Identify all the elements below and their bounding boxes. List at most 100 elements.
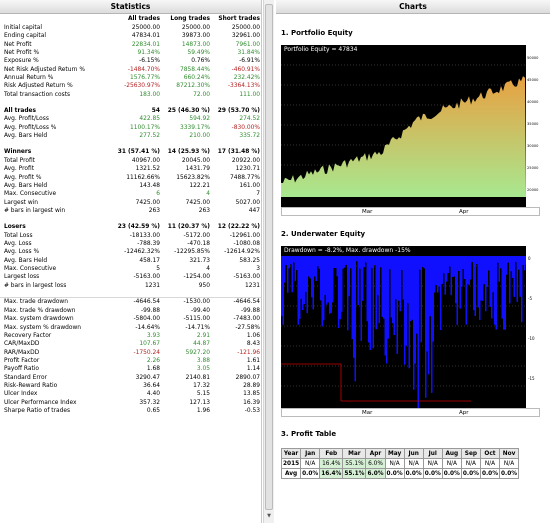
stat-value: -12462.32% bbox=[124, 249, 160, 256]
drawdown-bar bbox=[296, 256, 298, 271]
drawdown-bar bbox=[426, 256, 428, 352]
stat-value: 12 (22.22 %) bbox=[217, 224, 260, 231]
stat-value: 14 (25.93 %) bbox=[167, 149, 210, 156]
statistics-row: Payoff Ratio 1.68 3.05 1.14 bbox=[0, 365, 261, 373]
stat-label: Risk-Reward Ratio bbox=[4, 382, 58, 389]
drawdown-bar bbox=[377, 256, 379, 296]
stat-value: 950 bbox=[198, 282, 210, 289]
profit-month-cell: 0.0% bbox=[479, 468, 501, 479]
drawdown-bar bbox=[369, 256, 371, 350]
stat-value: 1231 bbox=[245, 282, 260, 289]
stat-value: 3.05 bbox=[196, 366, 210, 373]
drawdown-bar bbox=[419, 256, 421, 270]
drawdown-bar bbox=[384, 256, 386, 356]
profit-header-cell: Jul bbox=[422, 448, 443, 459]
profit-month-cell: N/A bbox=[403, 458, 424, 469]
drawdown-bar bbox=[312, 256, 314, 310]
drawdown-bar bbox=[416, 256, 418, 334]
statistics-row: Total transaction costs 183.00 72.00 111.00 bbox=[0, 91, 261, 99]
statistics-row: Avg. Loss -788.39 -470.18 -1080.08 bbox=[0, 240, 261, 248]
statistics-row: Risk Adjusted Return % -25630.97% 87212.30… bbox=[0, 82, 261, 90]
stat-value: 458.17 bbox=[139, 257, 160, 264]
profit-header-cell: Nov bbox=[499, 448, 520, 459]
stat-value: -5804.00 bbox=[133, 316, 161, 323]
drawdown-bar bbox=[315, 256, 317, 281]
equity-scale-tick: 40000 bbox=[527, 100, 539, 104]
profit-table-row: Avg 0.0% 16.4% 55.1% 6.0% 0.0% 0.0% 0.0% 0.0% 0.0… bbox=[280, 468, 520, 479]
drawdown-bar bbox=[477, 256, 479, 308]
stat-label: # bars in largest win bbox=[4, 207, 66, 214]
stat-value: -14.64% bbox=[135, 324, 160, 331]
drawdown-bar bbox=[383, 256, 385, 319]
stat-value: 122.21 bbox=[189, 182, 210, 189]
stat-value: 1.68 bbox=[146, 366, 160, 373]
stat-value: 11 (20.37 %) bbox=[167, 224, 210, 231]
profit-month-cell: N/A bbox=[300, 458, 321, 469]
drawdown-bar bbox=[432, 256, 434, 342]
stat-label: Max. Consecutive bbox=[4, 265, 57, 272]
profit-month-cell: N/A bbox=[422, 458, 443, 469]
stat-label: Avg. Loss bbox=[4, 240, 32, 247]
stat-value: -5163.00 bbox=[133, 274, 161, 281]
statistics-row: Winners 31 (57.41 %) 14 (25.93 %) 17 (31.48… bbox=[0, 148, 261, 156]
scroll-down-icon[interactable]: ▼ bbox=[265, 513, 273, 521]
statistics-row: Largest loss -5163.00 -1254.00 -5163.00 bbox=[0, 273, 261, 281]
drawdown-bar bbox=[332, 256, 334, 303]
stat-value: 111.00 bbox=[239, 91, 260, 98]
stat-value: 274.52 bbox=[239, 116, 260, 123]
eq-month-apr: Apr bbox=[459, 209, 469, 215]
statistics-scrollbar[interactable]: ▼ bbox=[263, 0, 274, 523]
underwater-equity-chart[interactable]: 0 -5 -10 -15 Drawdown = -8.2%, Max. drawdow… bbox=[281, 246, 540, 408]
stat-label: # bars in largest loss bbox=[4, 282, 67, 289]
col-long-trades: Long trades bbox=[170, 16, 210, 22]
drawdown-bar bbox=[410, 256, 412, 322]
drawdown-bar bbox=[405, 256, 407, 346]
drawdown-bar bbox=[437, 256, 439, 293]
stat-value: 143.48 bbox=[139, 182, 160, 189]
stat-value: 25 (46.30 %) bbox=[167, 108, 210, 115]
drawdown-bar bbox=[366, 256, 368, 322]
drawdown-bar bbox=[294, 256, 296, 281]
profit-month-cell: 0.0% bbox=[499, 468, 520, 479]
stat-value: 32961.00 bbox=[231, 33, 260, 40]
drawdown-bar bbox=[461, 256, 463, 287]
stat-value: 44.87 bbox=[193, 341, 210, 348]
stat-value: -1484.70% bbox=[127, 66, 160, 73]
stat-value: -4646.54 bbox=[112, 297, 162, 307]
drawdown-bar bbox=[345, 256, 347, 265]
drawdown-bar bbox=[333, 256, 335, 268]
drawdown-bar bbox=[359, 256, 361, 269]
stat-label: Avg. Profit bbox=[4, 166, 35, 173]
stat-value: -12614.92% bbox=[224, 249, 260, 256]
drawdown-bar bbox=[362, 256, 364, 301]
drawdown-bar bbox=[497, 256, 499, 263]
profit-table-heading: 3. Profit Table bbox=[281, 430, 337, 438]
profit-month-cell: 0.0% bbox=[460, 468, 481, 479]
stat-value: 47834.01 bbox=[131, 33, 160, 40]
stat-label: Risk Adjusted Return % bbox=[4, 83, 73, 90]
drawdown-bar bbox=[314, 256, 316, 277]
underwater-equity-plot: 0-5-10-15 bbox=[281, 246, 540, 408]
scrollbar-thumb[interactable] bbox=[265, 4, 273, 510]
stat-value: 1100.17% bbox=[130, 124, 160, 131]
stat-label: RAR/MaxDD bbox=[4, 349, 40, 356]
portfolio-equity-chart[interactable]: 50000 45000 40000 35000 30000 25000 20000 Port… bbox=[281, 45, 540, 207]
profit-month-cell: 55.1% bbox=[342, 468, 367, 479]
stat-value: -5172.00 bbox=[183, 232, 211, 239]
stat-value: 4 bbox=[206, 191, 210, 198]
stat-value: -1750.24 bbox=[133, 349, 161, 356]
stat-value: 15623.82% bbox=[176, 174, 210, 181]
stat-value: 31.84% bbox=[237, 50, 260, 57]
statistics-panel: Statistics All trades Long trades Short … bbox=[0, 0, 262, 523]
stat-value: -5115.00 bbox=[183, 316, 211, 323]
stat-label: Max. trade drawdown bbox=[0, 297, 112, 307]
drawdown-bar bbox=[338, 256, 340, 328]
drawdown-bar bbox=[456, 256, 458, 325]
stat-label: Losers bbox=[4, 224, 26, 231]
drawdown-bar bbox=[402, 256, 404, 300]
statistics-row: Ending capital 47834.01 39873.00 32961.00 bbox=[0, 32, 261, 40]
drawdown-bar bbox=[356, 256, 358, 262]
drawdown-bar bbox=[470, 256, 472, 280]
statistics-row: Ulcer Index 4.40 5.15 13.85 bbox=[0, 390, 261, 398]
drawdown-bar bbox=[423, 256, 425, 269]
